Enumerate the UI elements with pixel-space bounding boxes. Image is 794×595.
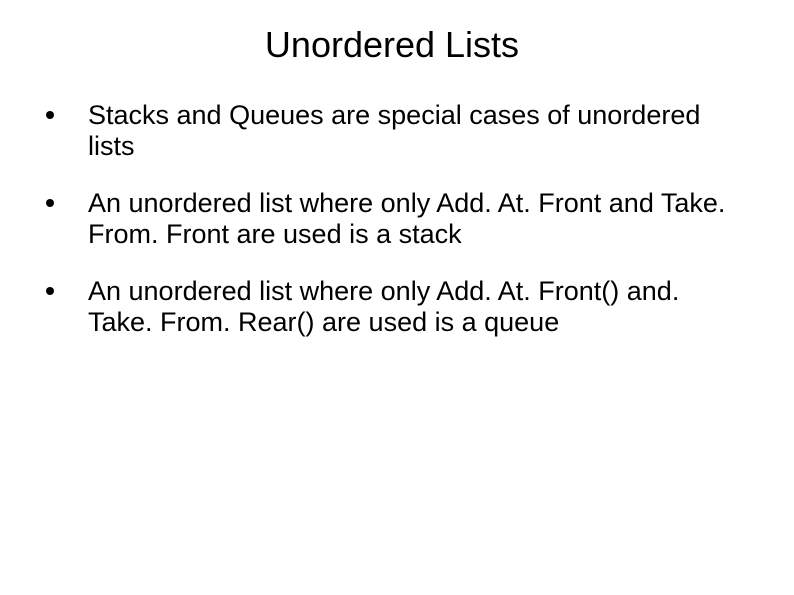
list-item: Stacks and Queues are special cases of u… <box>40 100 744 162</box>
list-item: An unordered list where only Add. At. Fr… <box>40 188 744 250</box>
bullet-text: An unordered list where only Add. At. Fr… <box>88 276 679 337</box>
bullet-text: An unordered list where only Add. At. Fr… <box>88 188 725 249</box>
list-item: An unordered list where only Add. At. Fr… <box>40 276 744 338</box>
bullet-text: Stacks and Queues are special cases of u… <box>88 100 700 161</box>
bullet-list: Stacks and Queues are special cases of u… <box>40 100 744 338</box>
slide: Unordered Lists Stacks and Queues are sp… <box>0 0 794 595</box>
slide-title: Unordered Lists <box>40 24 744 66</box>
